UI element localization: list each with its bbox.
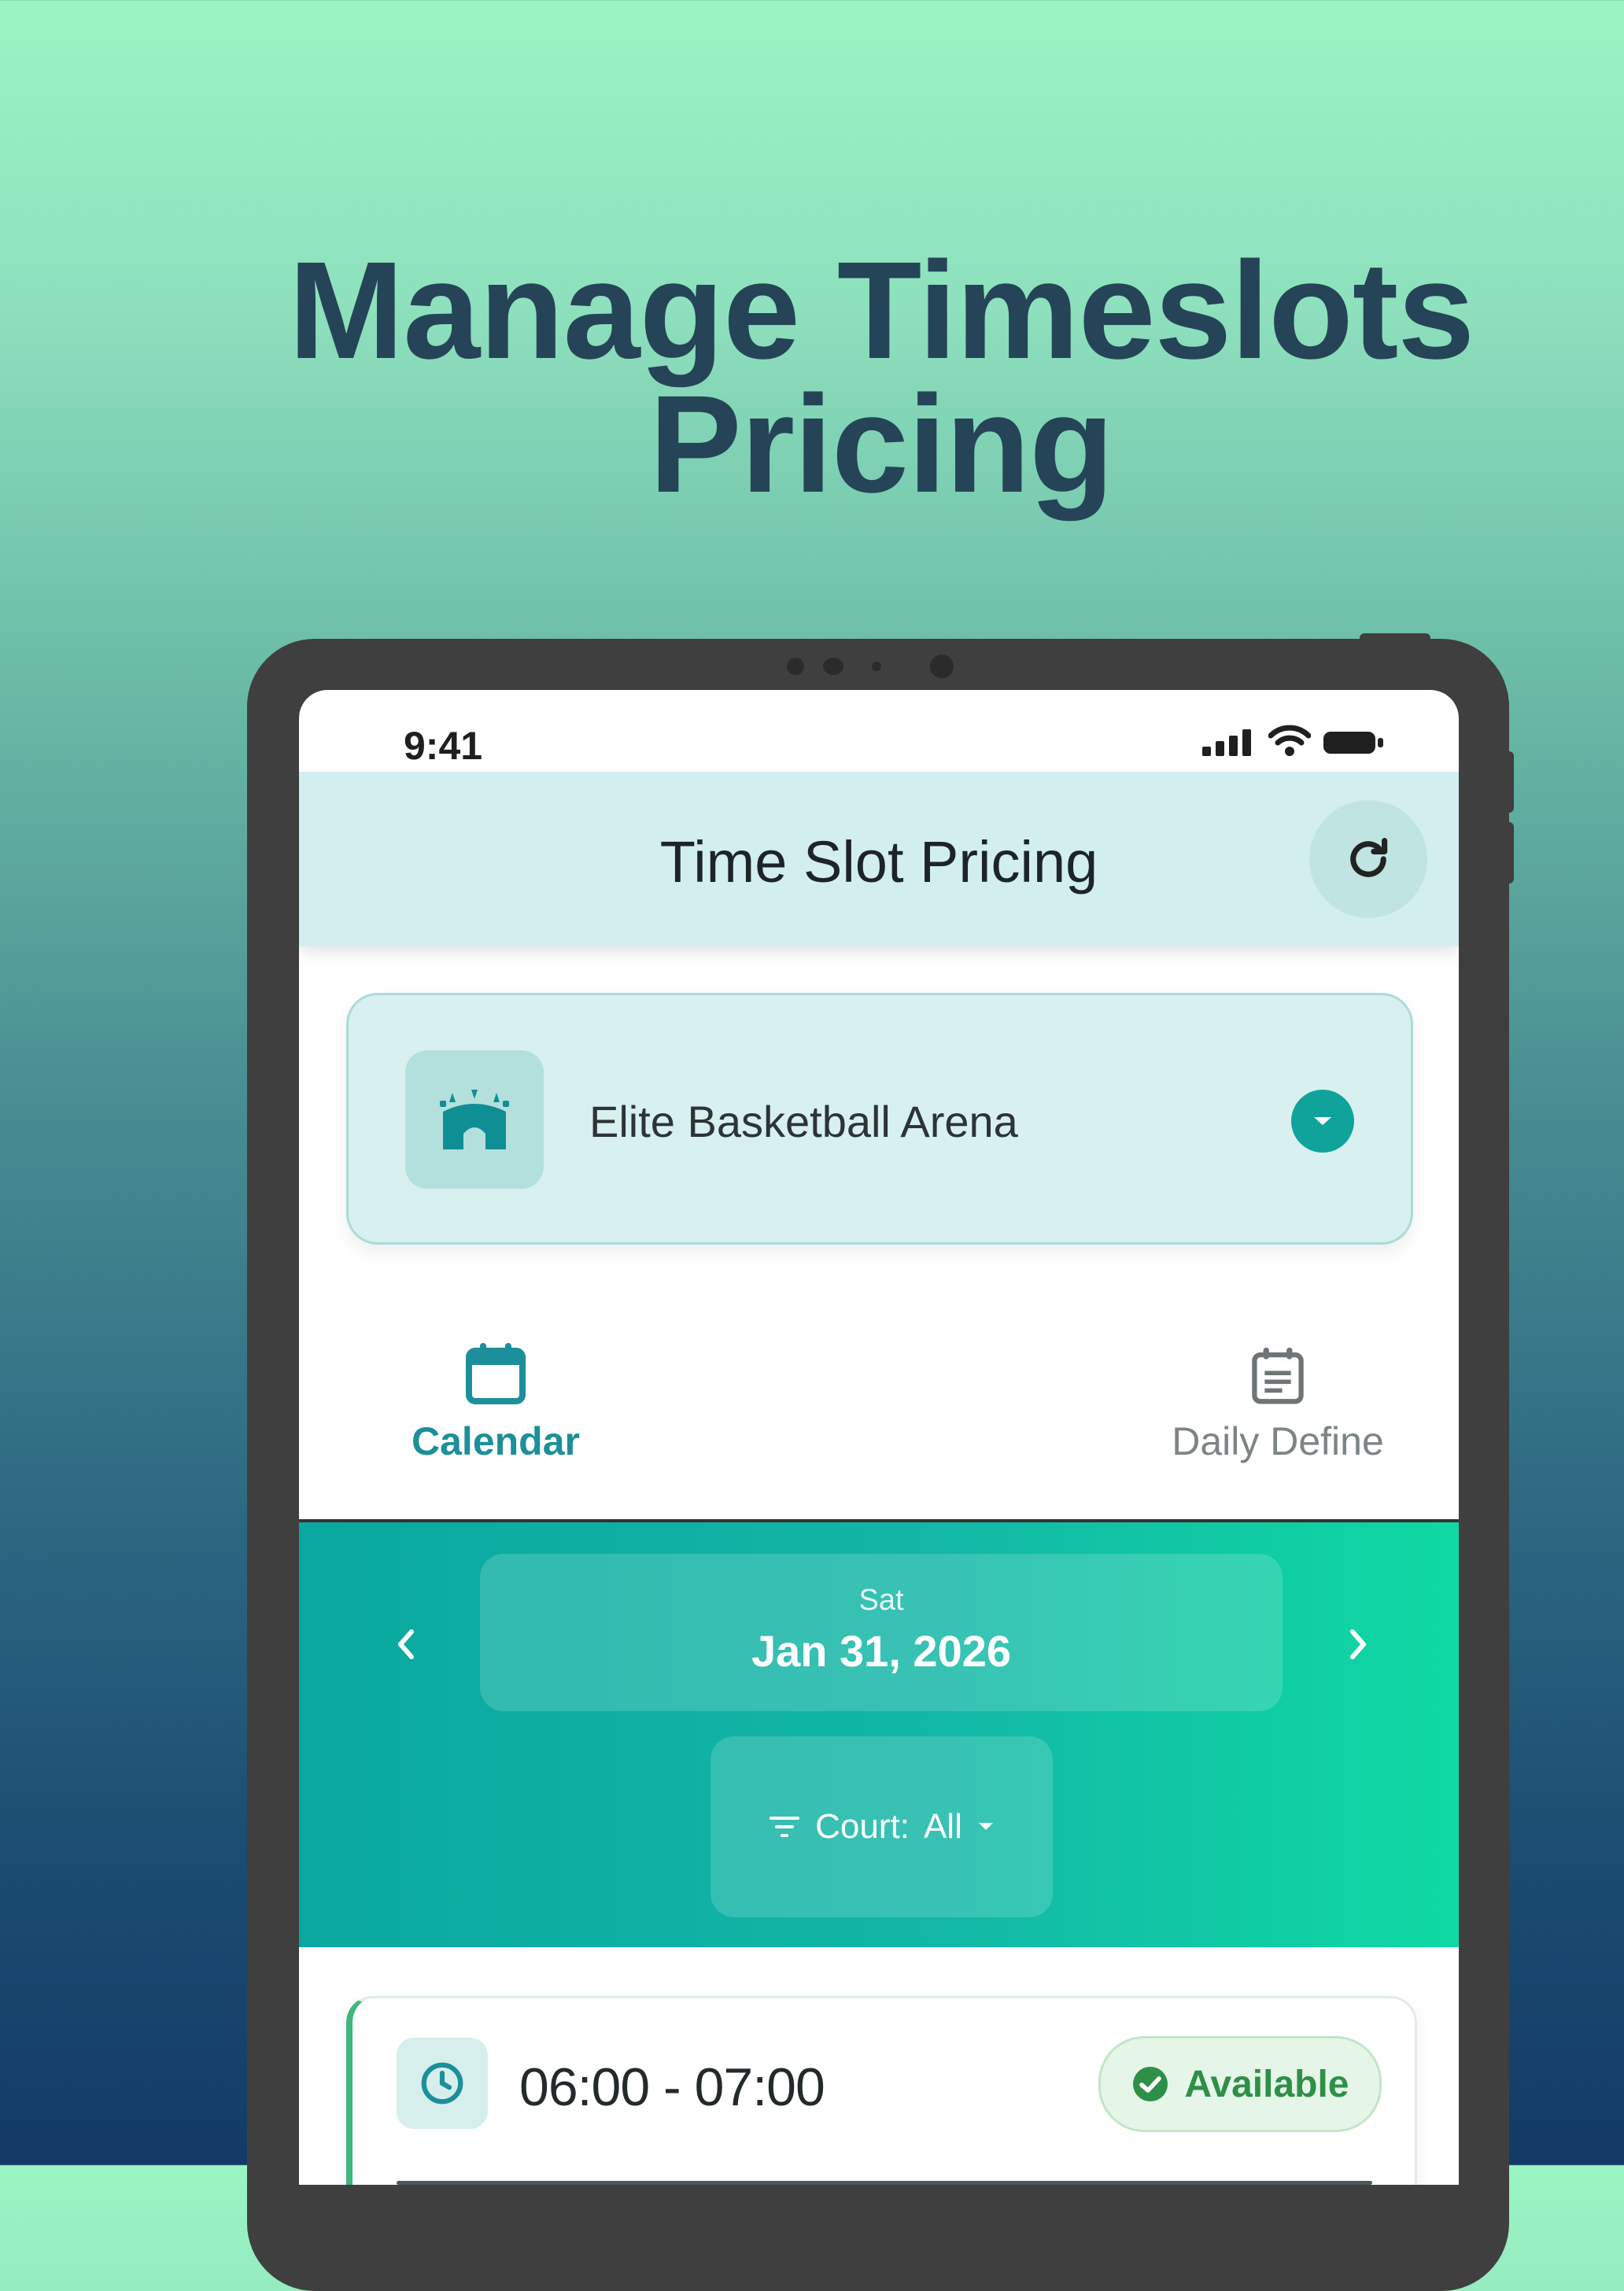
caret-down-icon	[978, 1823, 993, 1830]
status-badge: Available	[1098, 2036, 1382, 2132]
status-time: 9:41	[404, 724, 483, 768]
camera-sensor	[872, 662, 881, 671]
date-value: Jan 31, 2026	[751, 1626, 1012, 1676]
time-slot-card[interactable]: 06:00 - 07:00 Available	[346, 1996, 1417, 2185]
date-filter-panel: Sat Jan 31, 2026 Court: All	[299, 1522, 1459, 1947]
stadium-icon	[405, 1050, 544, 1189]
calendar-icon	[466, 1343, 526, 1404]
promo-headline: Manage Timeslots Pricing	[0, 234, 1624, 522]
slot-time-range: 06:00 - 07:00	[519, 2057, 825, 2117]
date-display[interactable]: Sat Jan 31, 2026	[480, 1554, 1283, 1711]
chevron-down-icon	[1314, 1117, 1331, 1125]
headline-line-2: Pricing	[649, 367, 1114, 522]
date-weekday: Sat	[858, 1584, 904, 1617]
chevron-left-icon	[398, 1629, 414, 1659]
court-filter-value: All	[923, 1807, 962, 1846]
filter-icon	[770, 1817, 800, 1837]
prev-day-button[interactable]	[382, 1601, 430, 1688]
court-filter-label: Court:	[815, 1807, 910, 1846]
next-day-button[interactable]	[1334, 1601, 1382, 1688]
camera-dot	[787, 658, 804, 675]
camera-lens	[823, 658, 843, 675]
venue-selector[interactable]: Elite Basketball Arena	[346, 993, 1413, 1245]
check-circle-icon	[1132, 2067, 1168, 2101]
tab-calendar[interactable]: Calendar	[299, 1335, 692, 1464]
daily-define-icon	[1252, 1347, 1304, 1404]
status-bar: 9:41	[299, 690, 1459, 772]
clock-icon	[397, 2038, 488, 2129]
page-title: Time Slot Pricing	[659, 829, 1098, 895]
camera-main	[930, 655, 954, 678]
venue-dropdown-button[interactable]	[1291, 1090, 1354, 1153]
battery-icon	[1323, 732, 1383, 754]
tab-calendar-label: Calendar	[412, 1419, 580, 1463]
tab-daily-define[interactable]: Daily Define	[1081, 1335, 1459, 1464]
wifi-icon	[1268, 725, 1311, 756]
chevron-right-icon	[1350, 1629, 1366, 1659]
status-icons	[1202, 725, 1385, 756]
venue-name: Elite Basketball Arena	[589, 1097, 1018, 1146]
headline-line-1: Manage Timeslots	[288, 234, 1475, 388]
court-filter-button[interactable]: Court: All	[710, 1736, 1053, 1917]
refresh-icon	[1350, 838, 1388, 877]
signal-icon	[1202, 729, 1251, 756]
refresh-button[interactable]	[1309, 800, 1427, 918]
view-tabs: Calendar Daily Define	[299, 1335, 1459, 1521]
app-screen: 9:41 Time Slot Pricing Elite Basketball …	[299, 690, 1459, 2185]
app-bar: Time Slot Pricing	[299, 772, 1459, 946]
tab-daily-define-label: Daily Define	[1172, 1419, 1384, 1463]
slot-divider	[397, 2181, 1372, 2185]
status-label: Available	[1184, 2063, 1349, 2105]
